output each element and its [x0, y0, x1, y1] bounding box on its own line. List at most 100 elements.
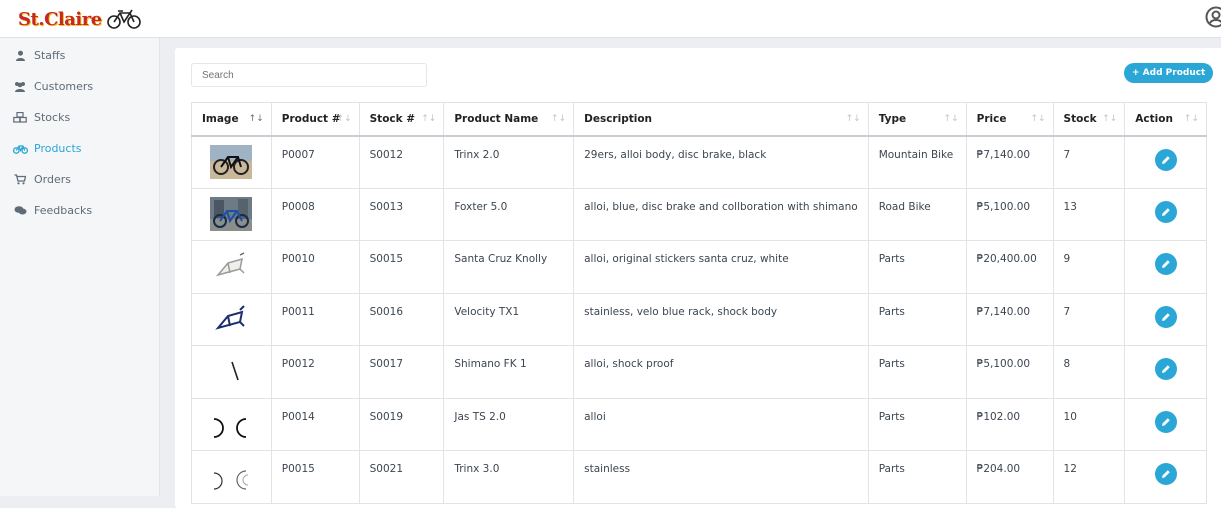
stock-number: S0019 — [359, 398, 444, 451]
product-name: Trinx 2.0 — [444, 136, 574, 189]
fork-photo — [210, 354, 252, 388]
column-header-image[interactable]: Image↑↓ — [192, 103, 272, 136]
product-price: ₱7,140.00 — [966, 293, 1053, 346]
product-type: Parts — [868, 293, 966, 346]
product-image-cell — [192, 398, 272, 451]
edit-button[interactable] — [1155, 358, 1177, 380]
product-stock: 12 — [1053, 451, 1125, 504]
brand-logo[interactable]: St.Claire — [18, 6, 142, 32]
sort-icon[interactable]: ↑↓ — [551, 114, 566, 124]
add-product-button[interactable]: + Add Product — [1124, 63, 1213, 83]
rims-light-photo — [210, 459, 252, 493]
stock-number: S0013 — [359, 188, 444, 241]
product-name: Santa Cruz Knolly — [444, 241, 574, 294]
sort-icon[interactable]: ↑↓ — [249, 114, 264, 124]
product-number: P0008 — [271, 188, 359, 241]
edit-button[interactable] — [1155, 149, 1177, 171]
column-label: Stock — [1064, 113, 1097, 125]
product-stock: 7 — [1053, 136, 1125, 189]
search-input[interactable] — [191, 63, 427, 87]
product-number: P0010 — [271, 241, 359, 294]
column-header-price[interactable]: Price↑↓ — [966, 103, 1053, 136]
cart-icon — [12, 174, 28, 185]
sort-icon[interactable]: ↑↓ — [337, 114, 352, 124]
product-image-cell — [192, 136, 272, 189]
table-row: P0008 S0013 Foxter 5.0 alloi, blue, disc… — [192, 188, 1207, 241]
edit-button[interactable] — [1155, 253, 1177, 275]
product-stock: 13 — [1053, 188, 1125, 241]
sort-icon[interactable]: ↑↓ — [1102, 114, 1117, 124]
table-row: P0014 S0019 Jas TS 2.0 alloi Parts ₱102.… — [192, 398, 1207, 451]
pencil-icon — [1161, 364, 1171, 374]
stock-number: S0017 — [359, 346, 444, 399]
product-description: 29ers, alloi body, disc brake, black — [574, 136, 869, 189]
bicycle-logo-icon — [106, 9, 142, 29]
sidebar-item-products[interactable]: Products — [0, 133, 159, 164]
action-cell — [1125, 451, 1207, 504]
bicycle-icon — [12, 144, 28, 154]
stock-number: S0015 — [359, 241, 444, 294]
product-type: Parts — [868, 451, 966, 504]
mountain-bike-photo — [210, 145, 252, 179]
sort-icon[interactable]: ↑↓ — [846, 114, 861, 124]
column-label: Product Name — [454, 113, 538, 125]
sidebar-item-staffs[interactable]: Staffs — [0, 40, 159, 71]
table-row: P0012 S0017 Shimano FK 1 alloi, shock pr… — [192, 346, 1207, 399]
product-type: Parts — [868, 241, 966, 294]
product-number: P0007 — [271, 136, 359, 189]
table-header-row: Image↑↓ Product #↑↓ Stock #↑↓ Product Na… — [192, 103, 1207, 136]
product-name: Velocity TX1 — [444, 293, 574, 346]
column-header-type[interactable]: Type↑↓ — [868, 103, 966, 136]
action-cell — [1125, 346, 1207, 399]
sort-icon[interactable]: ↑↓ — [1030, 114, 1045, 124]
products-table: Image↑↓ Product #↑↓ Stock #↑↓ Product Na… — [191, 102, 1207, 504]
column-header-description[interactable]: Description↑↓ — [574, 103, 869, 136]
stock-number: S0016 — [359, 293, 444, 346]
column-header-stock-no[interactable]: Stock #↑↓ — [359, 103, 444, 136]
white-frame-photo — [210, 249, 252, 283]
sidebar-item-label: Stocks — [34, 111, 70, 124]
column-label: Action — [1135, 113, 1173, 125]
sidebar-item-customers[interactable]: Customers — [0, 71, 159, 102]
product-name: Trinx 3.0 — [444, 451, 574, 504]
sort-icon[interactable]: ↑↓ — [1184, 114, 1199, 124]
sort-icon[interactable]: ↑↓ — [421, 114, 436, 124]
sidebar-item-feedbacks[interactable]: Feedbacks — [0, 195, 159, 226]
table-row: P0007 S0012 Trinx 2.0 29ers, alloi body,… — [192, 136, 1207, 189]
edit-button[interactable] — [1155, 411, 1177, 433]
product-name: Foxter 5.0 — [444, 188, 574, 241]
product-description: alloi, original stickers santa cruz, whi… — [574, 241, 869, 294]
column-header-action[interactable]: Action ↑↓ — [1125, 103, 1207, 136]
product-type: Parts — [868, 346, 966, 399]
edit-button[interactable] — [1155, 463, 1177, 485]
boxes-icon — [12, 112, 28, 123]
product-price: ₱5,100.00 — [966, 188, 1053, 241]
sort-icon[interactable]: ↑↓ — [944, 114, 959, 124]
product-name: Shimano FK 1 — [444, 346, 574, 399]
stock-number: S0021 — [359, 451, 444, 504]
product-number: P0012 — [271, 346, 359, 399]
table-row: P0015 S0021 Trinx 3.0 stainless Parts ₱2… — [192, 451, 1207, 504]
product-description: alloi — [574, 398, 869, 451]
sidebar-item-orders[interactable]: Orders — [0, 164, 159, 195]
sidebar-item-label: Staffs — [34, 49, 65, 62]
sidebar-item-label: Orders — [34, 173, 71, 186]
pencil-icon — [1161, 155, 1171, 165]
action-cell — [1125, 241, 1207, 294]
column-header-product-no[interactable]: Product #↑↓ — [271, 103, 359, 136]
users-icon — [12, 81, 28, 92]
edit-button[interactable] — [1155, 306, 1177, 328]
sidebar-item-label: Feedbacks — [34, 204, 92, 217]
column-header-product-name[interactable]: Product Name ↑↓ — [444, 103, 574, 136]
sidebar: Staffs Customers Stocks Products Orders … — [0, 38, 160, 496]
pencil-icon — [1161, 312, 1171, 322]
column-header-stock[interactable]: Stock ↑↓ — [1053, 103, 1125, 136]
product-type: Road Bike — [868, 188, 966, 241]
edit-button[interactable] — [1155, 201, 1177, 223]
brand-name: St.Claire — [18, 9, 102, 30]
road-bike-photo — [210, 197, 252, 231]
product-image-cell — [192, 451, 272, 504]
user-account-icon[interactable] — [1205, 6, 1221, 28]
blue-frame-photo — [210, 302, 252, 336]
sidebar-item-stocks[interactable]: Stocks — [0, 102, 159, 133]
